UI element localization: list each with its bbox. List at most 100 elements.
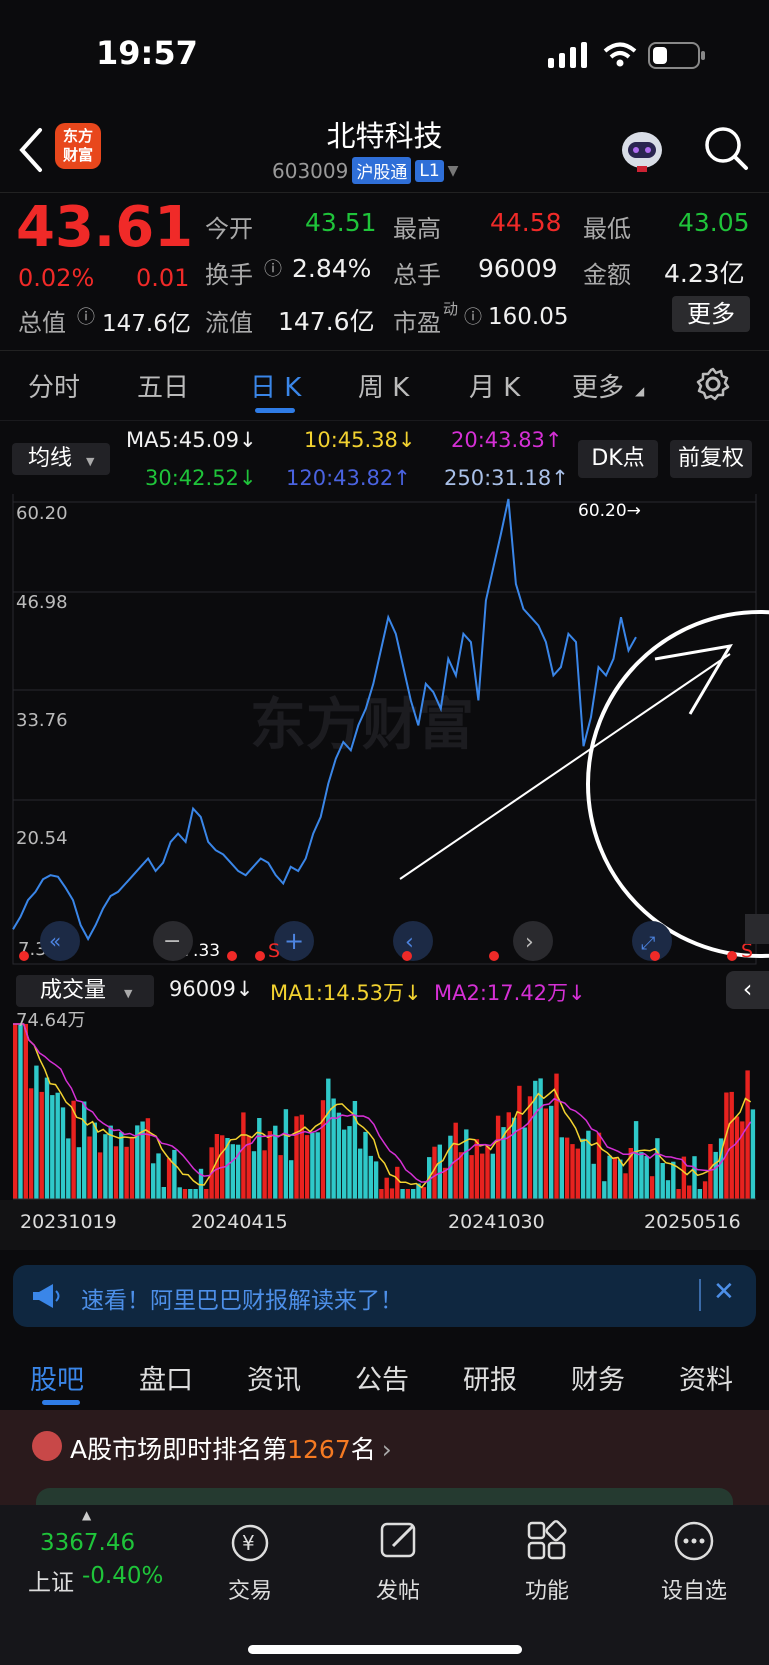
functions-grid-icon[interactable] bbox=[525, 1519, 569, 1563]
volume-bar bbox=[310, 1132, 315, 1199]
volume-bar bbox=[511, 1117, 517, 1199]
tab-intraday[interactable]: 分时 bbox=[28, 367, 80, 404]
volume-bar bbox=[660, 1163, 665, 1199]
volume-bar bbox=[326, 1078, 331, 1199]
volume-bar bbox=[294, 1116, 299, 1199]
status-time: 19:57 bbox=[96, 34, 198, 72]
pe-value: 160.05 bbox=[488, 304, 569, 330]
ma-selector[interactable]: 均线 ▼ bbox=[12, 443, 110, 475]
volume-bar bbox=[618, 1159, 623, 1199]
tab-news[interactable]: 资讯 bbox=[247, 1358, 301, 1397]
notice-banner[interactable]: 速看！阿里巴巴财报解读来了！ ✕ bbox=[13, 1265, 756, 1327]
volume-bar bbox=[724, 1092, 729, 1199]
megaphone-icon bbox=[33, 1284, 60, 1308]
dk-point-button[interactable]: DK点 bbox=[578, 440, 658, 478]
volume-chart[interactable]: 74.64万 20231019 20240415 20241030 202505… bbox=[0, 1003, 769, 1253]
more-button[interactable]: 更多 bbox=[672, 296, 750, 332]
y-label-1: 60.20 bbox=[16, 503, 68, 524]
watchlist-icon[interactable] bbox=[672, 1519, 716, 1563]
signal-dot bbox=[727, 951, 737, 961]
volume-bar bbox=[82, 1101, 87, 1199]
volume-bar bbox=[28, 1088, 34, 1199]
zoom-out-button[interactable]: − bbox=[153, 921, 193, 961]
sell-signal: S bbox=[268, 940, 280, 962]
info-icon[interactable]: ⓘ bbox=[77, 303, 95, 329]
info-icon[interactable]: ⓘ bbox=[464, 303, 482, 329]
signal-dot bbox=[402, 951, 412, 961]
volume-bar bbox=[188, 1189, 193, 1199]
scroll-left-button[interactable]: ‹ bbox=[393, 921, 433, 961]
date-label-4: 20250516 bbox=[644, 1211, 741, 1233]
tab-weekly-k[interactable]: 周 K bbox=[358, 367, 409, 404]
nav-post-label[interactable]: 发帖 bbox=[353, 1573, 443, 1605]
volume-bar bbox=[676, 1189, 681, 1199]
signal-dot bbox=[255, 951, 265, 961]
tab-announcements[interactable]: 公告 bbox=[355, 1358, 409, 1397]
volume-label: 总手 bbox=[393, 261, 441, 289]
nav-add-watchlist-label[interactable]: 设自选 bbox=[649, 1573, 739, 1605]
nav-functions-label[interactable]: 功能 bbox=[502, 1573, 592, 1605]
volume-bar bbox=[39, 1091, 44, 1199]
volume-bar bbox=[421, 1187, 426, 1199]
info-icon[interactable]: ⓘ bbox=[264, 255, 282, 281]
robot-assistant-icon[interactable] bbox=[617, 128, 667, 174]
y-label-3: 33.76 bbox=[16, 710, 68, 731]
stock-code-row[interactable]: 603009 沪股通 L1 ▼ bbox=[272, 157, 458, 184]
rank-icon bbox=[32, 1431, 62, 1461]
total-cap: 147.6亿 bbox=[102, 311, 191, 337]
volume-bar bbox=[336, 1112, 342, 1199]
volume-bar bbox=[687, 1185, 692, 1199]
wifi-icon bbox=[603, 42, 637, 67]
market-rank-card[interactable]: A股市场即时排名第1267名 › bbox=[0, 1410, 769, 1508]
volume-bar bbox=[172, 1149, 177, 1199]
volume-bar bbox=[644, 1156, 649, 1199]
signal-dot bbox=[19, 951, 29, 961]
post-icon[interactable] bbox=[377, 1519, 421, 1563]
volume-bar bbox=[166, 1158, 172, 1199]
volume-bar bbox=[92, 1122, 97, 1199]
search-icon[interactable] bbox=[703, 125, 749, 171]
volume-bar bbox=[549, 1105, 554, 1199]
volume-bar bbox=[384, 1177, 389, 1199]
volume-bar bbox=[241, 1112, 246, 1199]
tab-research[interactable]: 研报 bbox=[463, 1358, 517, 1397]
svg-text:+: + bbox=[284, 927, 304, 955]
settings-gear-icon[interactable] bbox=[695, 366, 731, 402]
volume-bar bbox=[18, 1024, 23, 1199]
volume-bar bbox=[103, 1134, 108, 1199]
volume-bar bbox=[379, 1189, 384, 1199]
volume-selector-label: 成交量 bbox=[40, 978, 107, 1003]
volume-bar bbox=[570, 1144, 575, 1199]
tab-guba[interactable]: 股吧 bbox=[30, 1358, 84, 1397]
adjust-button[interactable]: 前复权 bbox=[670, 440, 752, 478]
volume-max-label: 74.64万 bbox=[16, 1010, 86, 1031]
ma-selector-label: 均线 bbox=[28, 446, 73, 471]
volume-bar bbox=[591, 1163, 596, 1199]
notice-text: 速看！阿里巴巴财报解读来了！ bbox=[81, 1288, 403, 1314]
ma5-value: MA5:45.09↓ bbox=[126, 428, 257, 452]
dk-point-label: DK点 bbox=[591, 446, 645, 471]
tab-daily-k[interactable]: 日 K bbox=[250, 367, 301, 404]
trade-icon[interactable]: ¥ bbox=[228, 1521, 272, 1565]
tab-financials[interactable]: 财务 bbox=[571, 1358, 625, 1397]
tab-monthly-k[interactable]: 月 K bbox=[469, 367, 520, 404]
total-cap-label: 总值 bbox=[18, 309, 66, 337]
tab-profile[interactable]: 资料 bbox=[679, 1358, 733, 1397]
volume-bar bbox=[182, 1189, 188, 1199]
volume-bar bbox=[108, 1125, 113, 1199]
price-chart[interactable]: 东方财富 60.20 46.98 33.76 20.54 7.33 60.20→… bbox=[0, 494, 769, 969]
volume-bar bbox=[469, 1155, 474, 1199]
close-icon[interactable]: ✕ bbox=[713, 1277, 735, 1307]
signal-dot bbox=[650, 951, 660, 961]
nav-trade-label[interactable]: 交易 bbox=[205, 1573, 295, 1605]
caret-up-icon: ▲ bbox=[82, 1508, 92, 1522]
index-value[interactable]: 3367.46 bbox=[40, 1530, 135, 1556]
tab-pankou[interactable]: 盘口 bbox=[139, 1358, 193, 1397]
tab-more[interactable]: 更多 bbox=[572, 367, 624, 404]
max-marker: 60.20→ bbox=[578, 501, 641, 521]
notice-divider bbox=[699, 1279, 701, 1311]
scroll-left-fast-button[interactable]: « bbox=[40, 921, 80, 961]
tab-five-day[interactable]: 五日 bbox=[137, 367, 189, 404]
scroll-right-button[interactable]: › bbox=[513, 921, 553, 961]
volume-today: 96009↓ bbox=[169, 977, 254, 1001]
